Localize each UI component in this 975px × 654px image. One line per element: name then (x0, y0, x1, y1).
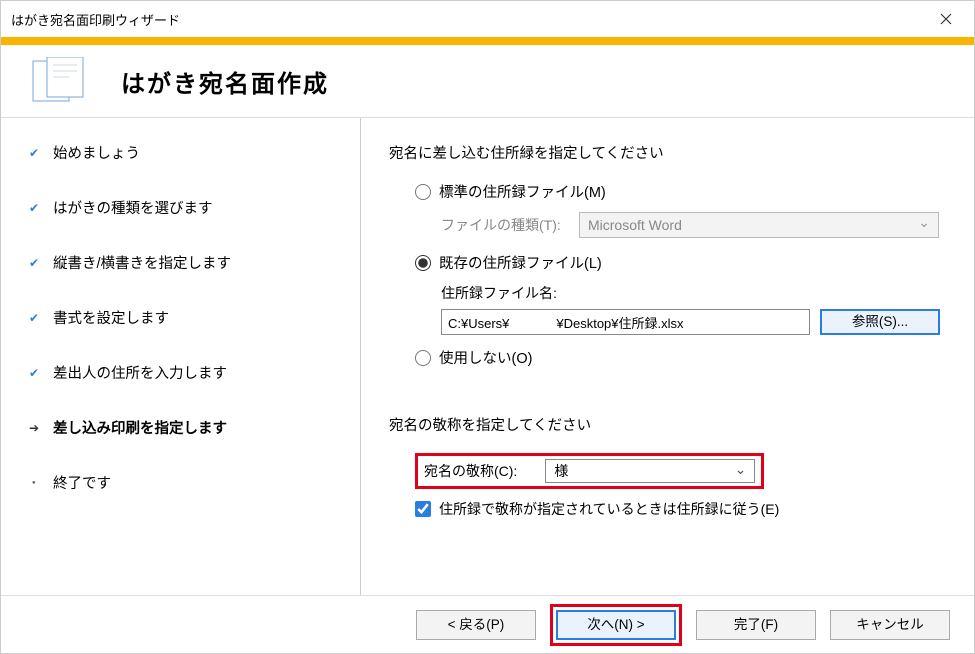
follow-addressbook-check[interactable]: 住所録で敬称が指定されているときは住所録に従う(E) (415, 499, 940, 519)
page-title: はがき宛名面作成 (121, 64, 329, 99)
filetype-row: ファイルの種類(T): Microsoft Word (441, 212, 940, 238)
window-title: はがき宛名面印刷ウィザード (11, 10, 926, 29)
section1-heading: 宛名に差し込む住所緑を指定してください (389, 142, 940, 163)
radio-standard-label: 標準の住所録ファイル(M) (439, 181, 606, 202)
step-format: ✔ 書式を設定します (29, 307, 332, 328)
filetype-value: Microsoft Word (588, 217, 682, 233)
step-label: はがきの種類を選びます (53, 197, 213, 218)
step-sender: ✔ 差出人の住所を入力します (29, 362, 332, 383)
step-orientation: ✔ 縦書き/横書きを指定します (29, 252, 332, 273)
dot-icon: ● (29, 480, 53, 486)
finish-button[interactable]: 完了(F) (696, 610, 816, 640)
follow-addressbook-label: 住所録で敬称が指定されているときは住所録に従う(E) (439, 499, 779, 519)
step-type: ✔ はがきの種類を選びます (29, 197, 332, 218)
step-start: ✔ 始めましょう (29, 142, 332, 163)
step-label: 書式を設定します (53, 307, 169, 328)
wizard-body: ✔ 始めましょう ✔ はがきの種類を選びます ✔ 縦書き/横書きを指定します ✔… (1, 117, 974, 595)
section2: 宛名の敬称を指定してください 宛名の敬称(C): 様 住所録で敬称が指定されてい… (389, 414, 940, 519)
close-icon (940, 13, 952, 25)
wizard-window: はがき宛名面印刷ウィザード はがき宛名面作成 ✔ 始めましょう ✔ (0, 0, 975, 654)
radio-existing-label: 既存の住所録ファイル(L) (439, 252, 602, 273)
steps-sidebar: ✔ 始めましょう ✔ はがきの種類を選びます ✔ 縦書き/横書きを指定します ✔… (1, 118, 361, 595)
honorific-value: 様 (554, 463, 568, 479)
filetype-combo: Microsoft Word (579, 212, 939, 238)
step-label: 終了です (53, 472, 111, 493)
step-finish: ● 終了です (29, 472, 332, 493)
radio-existing-input[interactable] (415, 255, 431, 271)
check-icon: ✔ (29, 146, 53, 160)
radio-none-label: 使用しない(O) (439, 347, 532, 368)
check-icon: ✔ (29, 256, 53, 270)
title-bar: はがき宛名面印刷ウィザード (1, 1, 974, 37)
close-button[interactable] (926, 5, 966, 33)
step-label: 差出人の住所を入力します (53, 362, 227, 383)
filename-label: 住所録ファイル名: (441, 283, 940, 303)
step-label: 始めましょう (53, 142, 140, 163)
step-label: 縦書き/横書きを指定します (53, 252, 231, 273)
filename-row: 参照(S)... (441, 309, 940, 335)
next-highlight: 次へ(N) > (550, 604, 682, 646)
browse-button[interactable]: 参照(S)... (820, 309, 940, 335)
step-label: 差し込み印刷を指定します (53, 417, 227, 438)
cancel-button[interactable]: キャンセル (830, 610, 950, 640)
radio-existing[interactable]: 既存の住所録ファイル(L) (415, 252, 940, 273)
section2-heading: 宛名の敬称を指定してください (389, 414, 940, 435)
back-button[interactable]: < 戻る(P) (416, 610, 536, 640)
honorific-combo[interactable]: 様 (545, 459, 755, 483)
honorific-label: 宛名の敬称(C): (424, 461, 517, 481)
honorific-highlight: 宛名の敬称(C): 様 (415, 453, 764, 489)
check-icon: ✔ (29, 311, 53, 325)
follow-addressbook-checkbox[interactable] (415, 501, 431, 517)
radio-standard[interactable]: 標準の住所録ファイル(M) (415, 181, 940, 202)
postcard-icon (25, 53, 89, 109)
address-source-group: 標準の住所録ファイル(M) ファイルの種類(T): Microsoft Word… (389, 181, 940, 368)
check-icon: ✔ (29, 201, 53, 215)
check-icon: ✔ (29, 366, 53, 380)
step-mailmerge: ➔ 差し込み印刷を指定します (29, 417, 332, 438)
arrow-icon: ➔ (29, 421, 53, 435)
footer-buttons: < 戻る(P) 次へ(N) > 完了(F) キャンセル (1, 595, 974, 653)
next-button[interactable]: 次へ(N) > (556, 610, 676, 640)
radio-none-input[interactable] (415, 350, 431, 366)
header-banner: はがき宛名面作成 (1, 37, 974, 117)
radio-none[interactable]: 使用しない(O) (415, 347, 940, 368)
radio-standard-input[interactable] (415, 184, 431, 200)
content-pane: 宛名に差し込む住所緑を指定してください 標準の住所録ファイル(M) ファイルの種… (361, 118, 974, 595)
filename-input[interactable] (441, 309, 810, 335)
filetype-label: ファイルの種類(T): (441, 215, 561, 235)
